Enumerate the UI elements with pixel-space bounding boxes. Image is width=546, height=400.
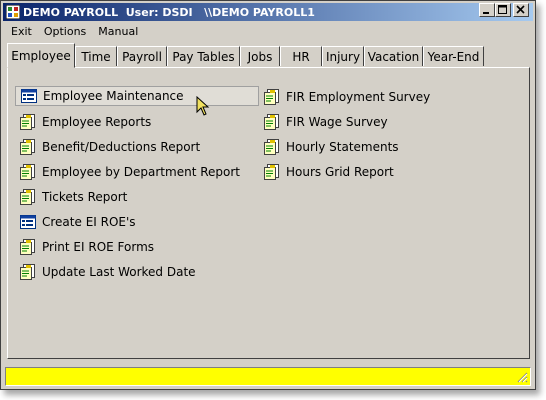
form-icon [21,88,37,104]
form-icon [20,214,36,230]
tab-jobs[interactable]: Jobs [240,46,280,66]
title-bar[interactable]: DEMO PAYROLL User: DSDI \\DEMO PAYROLL1 [3,3,533,21]
menu-bar: Exit Options Manual [5,23,144,41]
item-employee-reports[interactable]: Employee Reports [20,112,151,132]
item-label: Benefit/Deductions Report [42,140,201,154]
item-create-ei-roes[interactable]: Create EI ROE's [20,212,136,232]
item-label: Update Last Worked Date [42,265,196,279]
app-icon [5,4,21,20]
item-label: Employee by Department Report [42,165,240,179]
report-icon [20,189,36,205]
item-label: FIR Wage Survey [286,115,388,129]
tab-time[interactable]: Time [75,46,117,66]
report-icon [20,139,36,155]
report-icon [20,264,36,280]
item-print-ei-roe-forms[interactable]: Print EI ROE Forms [20,237,154,257]
item-benefit-deductions-report[interactable]: Benefit/Deductions Report [20,137,200,157]
item-label: Employee Reports [42,115,152,129]
status-bar [5,367,531,386]
minimize-button[interactable] [479,3,495,17]
tab-payroll[interactable]: Payroll [117,46,167,66]
tab-pay-tables[interactable]: Pay Tables [167,46,240,66]
item-employee-by-department-report[interactable]: Employee by Department Report [20,162,240,182]
minimize-icon [483,12,489,14]
employee-panel: Employee Maintenance Employee Reports Be… [7,67,530,359]
menu-manual[interactable]: Manual [92,23,144,41]
tab-year-end[interactable]: Year-End [423,46,484,66]
maximize-icon [498,5,507,14]
window-title: DEMO PAYROLL User: DSDI \\DEMO PAYROLL1 [23,5,315,19]
menu-exit[interactable]: Exit [5,23,38,41]
tab-hr[interactable]: HR [280,46,322,66]
report-icon [20,164,36,180]
item-label: Tickets Report [42,190,128,204]
tab-injury[interactable]: Injury [322,46,364,66]
item-label: Hours Grid Report [286,165,394,179]
report-icon [264,114,280,130]
tab-employee[interactable]: Employee [7,43,75,68]
item-hourly-statements[interactable]: Hourly Statements [264,137,399,157]
item-hours-grid-report[interactable]: Hours Grid Report [264,162,394,182]
item-label: Hourly Statements [286,140,399,154]
maximize-button[interactable] [495,3,511,17]
report-icon [264,89,280,105]
report-icon [264,164,280,180]
app-window: DEMO PAYROLL User: DSDI \\DEMO PAYROLL1 … [0,0,536,390]
item-label: Employee Maintenance [43,89,184,103]
item-label: Print EI ROE Forms [42,240,155,254]
item-label: Create EI ROE's [42,215,136,229]
close-icon [516,5,525,14]
report-icon [20,239,36,255]
item-fir-wage-survey[interactable]: FIR Wage Survey [264,112,388,132]
mouse-cursor-icon [196,96,210,116]
resize-grip-icon[interactable] [516,371,528,383]
close-button[interactable] [513,3,529,17]
item-tickets-report[interactable]: Tickets Report [20,187,127,207]
item-fir-employment-survey[interactable]: FIR Employment Survey [264,87,430,107]
menu-options[interactable]: Options [38,23,92,41]
item-employee-maintenance[interactable]: Employee Maintenance [15,86,259,106]
item-label: FIR Employment Survey [286,90,431,104]
tab-vacation[interactable]: Vacation [364,46,423,66]
report-icon [264,139,280,155]
item-update-last-worked-date[interactable]: Update Last Worked Date [20,262,196,282]
report-icon [20,114,36,130]
